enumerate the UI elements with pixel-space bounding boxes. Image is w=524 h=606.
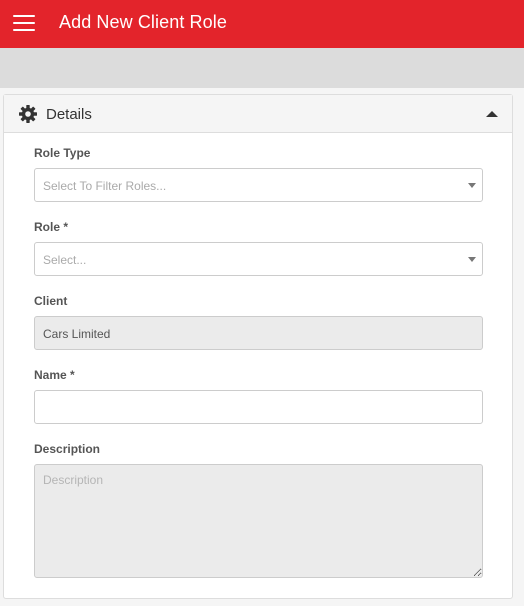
role-type-label: Role Type <box>34 146 91 160</box>
page-title: Add New Client Role <box>59 12 227 32</box>
description-textarea[interactable] <box>34 464 483 578</box>
role-type-placeholder: Select To Filter Roles... <box>43 179 167 193</box>
dropdown-arrow-icon <box>468 183 476 188</box>
toolbar-band <box>0 48 524 88</box>
gear-icon <box>19 105 37 123</box>
role-placeholder: Select... <box>43 253 87 267</box>
client-field: Cars Limited <box>34 316 483 350</box>
dropdown-arrow-icon <box>468 257 476 262</box>
details-panel: Details Role Type Select To Filter Roles… <box>3 94 513 599</box>
role-select[interactable]: Select... <box>34 242 483 276</box>
caret-up-icon[interactable] <box>486 111 498 117</box>
role-type-select[interactable]: Select To Filter Roles... <box>34 168 483 202</box>
client-value: Cars Limited <box>43 327 111 341</box>
role-label: Role * <box>34 220 69 234</box>
description-label: Description <box>34 442 101 456</box>
top-app-bar: Add New Client Role <box>0 0 524 48</box>
name-label: Name * <box>34 368 75 382</box>
client-label: Client <box>34 294 68 308</box>
details-panel-title: Details <box>46 106 92 123</box>
details-panel-header[interactable]: Details <box>4 95 512 133</box>
name-input[interactable] <box>34 390 483 424</box>
hamburger-menu-icon[interactable] <box>13 14 35 32</box>
